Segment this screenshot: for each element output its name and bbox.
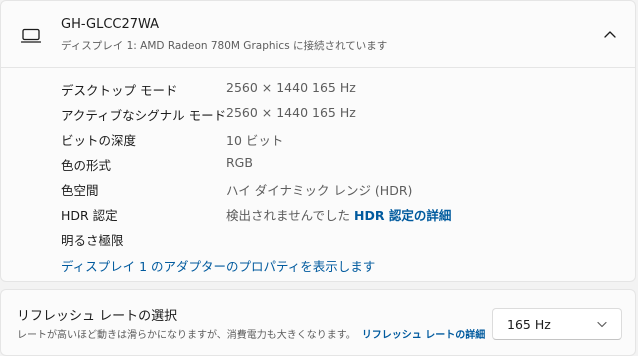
info-value: 検出されませんでした HDR 認定の詳細 <box>226 205 451 224</box>
info-value: 10 ビット <box>226 133 284 148</box>
display-connection-subtitle: ディスプレイ 1: AMD Radeon 780M Graphics に接続され… <box>61 40 388 52</box>
info-value: ハイ ダイナミック レンジ (HDR) <box>226 183 413 198</box>
refresh-rate-title: リフレッシュ レートの選択 <box>17 309 178 324</box>
refresh-rate-description-text: レートが高いほど動きは滑らかになりますが、消費電力も大きくなります。 <box>17 330 356 341</box>
hdr-certification-link[interactable]: HDR 認定の詳細 <box>354 208 451 223</box>
display-properties-card: GH-GLCC27WA ディスプレイ 1: AMD Radeon 780M Gr… <box>0 0 636 282</box>
display-name: GH-GLCC27WA <box>61 17 160 32</box>
info-label: デスクトップ モード <box>61 83 178 98</box>
info-label: ビットの深度 <box>61 133 137 148</box>
info-value: 2560 × 1440 165 Hz <box>226 80 356 95</box>
monitor-icon <box>21 28 41 43</box>
info-label: 色の形式 <box>61 158 112 173</box>
info-label: 色空間 <box>61 183 99 198</box>
info-label: アクティブなシグナル モード <box>61 108 227 123</box>
info-value: 2560 × 1440 165 Hz <box>226 105 356 120</box>
refresh-rate-details-link[interactable]: リフレッシュ レートの詳細 <box>362 330 485 341</box>
display-header[interactable]: GH-GLCC27WA ディスプレイ 1: AMD Radeon 780M Gr… <box>1 1 635 68</box>
info-value: RGB <box>226 155 253 170</box>
info-label: HDR 認定 <box>61 208 118 223</box>
refresh-rate-description: レートが高いほど動きは滑らかになりますが、消費電力も大きくなります。 リフレッシュ… <box>17 326 485 341</box>
refresh-rate-selected: 165 Hz <box>507 317 551 332</box>
hdr-status: 検出されませんでした <box>226 208 351 223</box>
chevron-down-icon <box>597 321 607 328</box>
info-label: 明るさ極限 <box>61 233 124 248</box>
adapter-properties-link[interactable]: ディスプレイ 1 のアダプターのプロパティを表示します <box>61 256 375 275</box>
refresh-rate-card: リフレッシュ レートの選択 レートが高いほど動きは滑らかになりますが、消費電力も… <box>0 289 636 356</box>
chevron-up-icon[interactable] <box>603 29 617 39</box>
refresh-rate-dropdown[interactable]: 165 Hz <box>492 308 622 340</box>
